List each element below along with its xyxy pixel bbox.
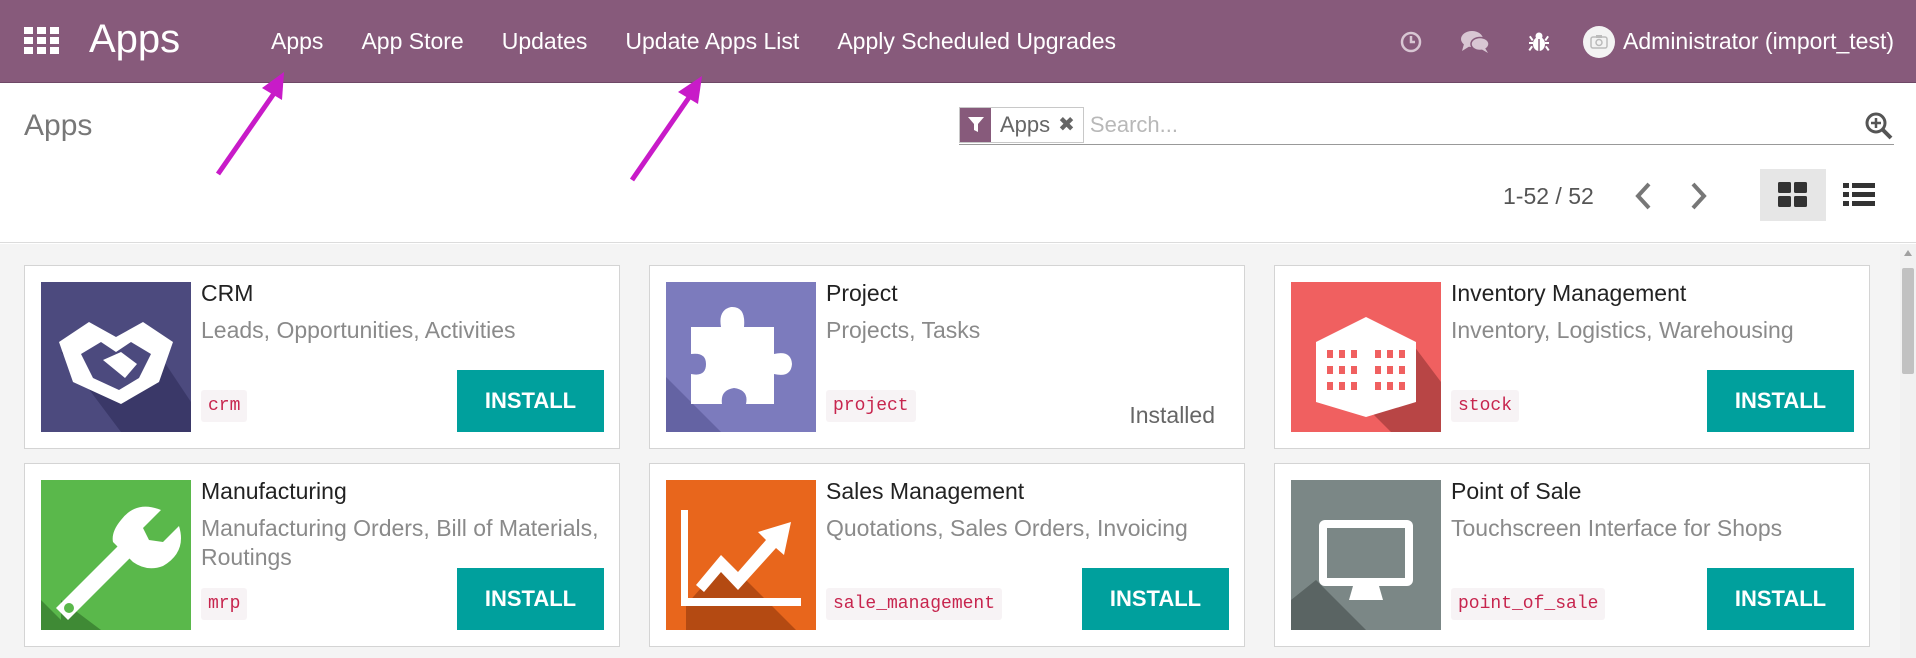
app-technical-name: mrp: [201, 588, 248, 620]
app-name: Sales Management: [826, 478, 1025, 504]
app-card-point-of-sale[interactable]: Point of Sale Touchscreen Interface for …: [1274, 463, 1870, 647]
navbar-systray: Administrator (import_test): [1379, 0, 1916, 83]
user-name: Administrator (import_test): [1623, 28, 1894, 54]
wrench-icon: [41, 480, 191, 630]
warehouse-icon: [1291, 282, 1441, 432]
app-card-sales-management[interactable]: Sales Management Quotations, Sales Order…: [649, 463, 1245, 647]
app-technical-name: point_of_sale: [1451, 588, 1606, 620]
install-button[interactable]: INSTALL: [457, 370, 604, 432]
pager-value[interactable]: 1-52 / 52: [1503, 183, 1594, 210]
app-summary: Quotations, Sales Orders, Invoicing: [826, 515, 1188, 541]
app-technical-name: sale_management: [826, 588, 1003, 620]
close-icon[interactable]: ✖: [1056, 108, 1083, 142]
installed-status: Installed: [1129, 402, 1215, 428]
menu-item-update-apps-list[interactable]: Update Apps List: [606, 28, 818, 55]
menu-item-updates[interactable]: Updates: [483, 28, 607, 55]
app-name: Manufacturing: [201, 478, 347, 504]
filter-icon: [960, 107, 991, 142]
trend-chart-icon: [666, 480, 816, 630]
user-menu[interactable]: Administrator (import_test): [1571, 25, 1916, 58]
app-summary: Manufacturing Orders, Bill of Materials,…: [201, 515, 599, 570]
kanban-view-icon[interactable]: [1760, 169, 1826, 221]
search-options-icon[interactable]: [1864, 111, 1894, 141]
install-button[interactable]: INSTALL: [1707, 370, 1854, 432]
chevron-left-icon[interactable]: [1628, 179, 1658, 213]
app-card-manufacturing[interactable]: Manufacturing Manufacturing Orders, Bill…: [24, 463, 620, 647]
app-technical-name: stock: [1451, 390, 1520, 422]
page-title: Apps: [24, 109, 93, 142]
facet-label: Apps: [1000, 111, 1051, 137]
apps-kanban: CRM Leads, Opportunities, Activities crm…: [0, 244, 1916, 658]
install-button[interactable]: INSTALL: [457, 568, 604, 630]
app-name: CRM: [201, 280, 254, 306]
puzzle-icon: [666, 282, 816, 432]
bug-icon[interactable]: [1507, 0, 1571, 83]
install-button[interactable]: INSTALL: [1082, 568, 1229, 630]
app-brand-title: Apps: [89, 17, 181, 61]
app-name: Point of Sale: [1451, 478, 1582, 504]
handshake-icon: [41, 282, 191, 432]
grid-icon[interactable]: [24, 27, 60, 55]
scrollbar-thumb[interactable]: [1902, 268, 1914, 374]
app-summary: Inventory, Logistics, Warehousing: [1451, 317, 1794, 343]
chevron-right-icon[interactable]: [1684, 179, 1714, 213]
install-button[interactable]: INSTALL: [1707, 568, 1854, 630]
search-input[interactable]: [1089, 111, 1850, 138]
app-card-project[interactable]: Project Projects, Tasks project Installe…: [649, 265, 1245, 449]
scroll-up-icon[interactable]: [1904, 250, 1912, 256]
app-summary: Leads, Opportunities, Activities: [201, 317, 516, 343]
menu-item-app-store[interactable]: App Store: [342, 28, 482, 55]
app-card-inventory[interactable]: Inventory Management Inventory, Logistic…: [1274, 265, 1870, 449]
monitor-icon: [1291, 480, 1441, 630]
control-panel: Apps Apps ✖ 1-52 / 52: [0, 83, 1916, 243]
search-bar: Apps ✖: [959, 105, 1894, 145]
top-navbar: Apps Apps App Store Updates Update Apps …: [0, 0, 1916, 83]
app-card-crm[interactable]: CRM Leads, Opportunities, Activities crm…: [24, 265, 620, 449]
app-summary: Touchscreen Interface for Shops: [1451, 515, 1783, 541]
clock-icon[interactable]: [1379, 0, 1443, 83]
app-name: Inventory Management: [1451, 280, 1687, 306]
scrollbar[interactable]: [1900, 244, 1916, 658]
app-technical-name: project: [826, 390, 916, 422]
search-facet: Apps ✖: [959, 106, 1084, 143]
list-view-icon[interactable]: [1826, 169, 1892, 221]
app-technical-name: crm: [201, 390, 248, 422]
menu-item-apply-scheduled-upgrades[interactable]: Apply Scheduled Upgrades: [818, 28, 1135, 55]
app-name: Project: [826, 280, 898, 306]
main-menu: Apps App Store Updates Update Apps List …: [252, 0, 1135, 83]
avatar: [1583, 25, 1616, 58]
chat-icon[interactable]: [1443, 0, 1507, 83]
menu-item-apps[interactable]: Apps: [252, 28, 342, 55]
app-summary: Projects, Tasks: [826, 317, 981, 343]
